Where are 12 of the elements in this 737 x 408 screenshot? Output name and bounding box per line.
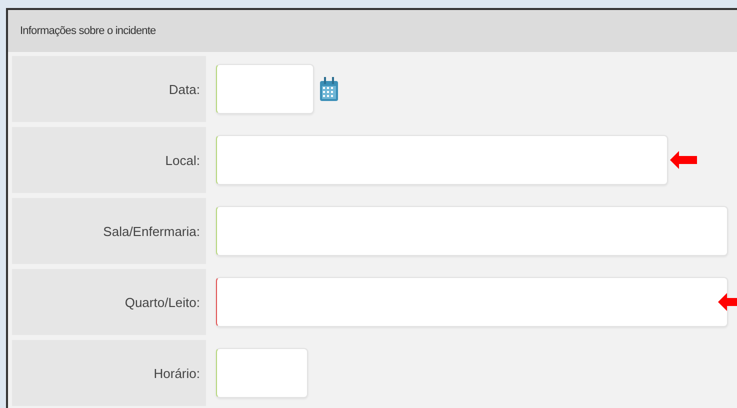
field-label: Sala/Enfermaria: [103,224,200,238]
panel-title: Informações sobre o incidente [20,25,156,37]
input-field[interactable] [216,277,728,327]
input-field[interactable] [216,64,314,114]
input-field[interactable] [216,135,668,185]
field-label: Quarto/Leito: [124,294,200,310]
field-label: Data: [168,82,200,96]
field-label: Horário: [154,366,200,380]
input-field[interactable] [216,206,728,256]
calendar-icon[interactable] [320,77,338,101]
field-label: Local: [165,152,200,168]
input-field[interactable] [216,348,308,398]
